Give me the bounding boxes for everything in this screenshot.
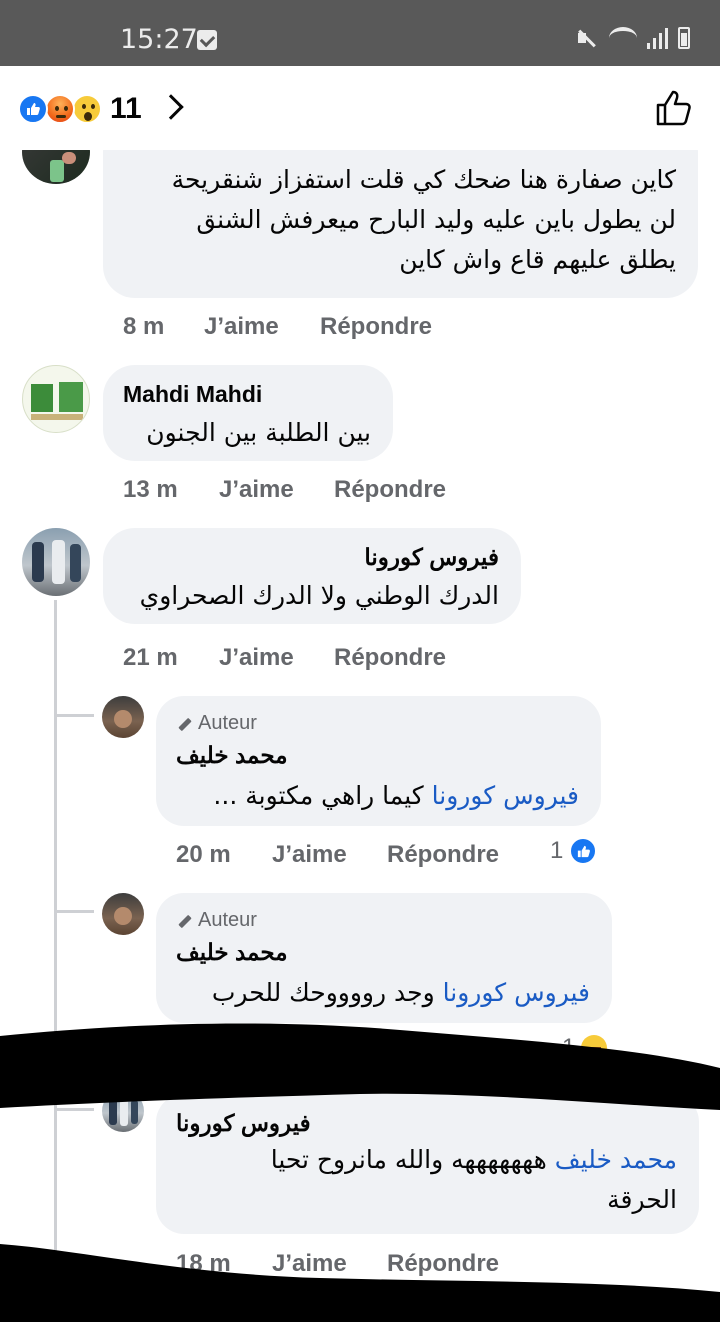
author-badge: Auteur	[176, 712, 257, 735]
comment-text: بين الطلبة بين الجنون	[146, 418, 371, 447]
comment-text: كاين صفارة هنا ضحك كي قلت استفزاز شنقريح…	[171, 165, 676, 274]
like-link[interactable]: J’aime	[204, 313, 279, 341]
pencil-icon	[176, 913, 192, 929]
reply-bubble: Auteur محمد خليف فيروس كورونا وجد رووووح…	[156, 893, 612, 1023]
reply-text: محمد خليف هههههههه والله مانروح تحيا الح…	[270, 1145, 677, 1214]
mention-link[interactable]: محمد خليف	[555, 1145, 677, 1174]
reply-time: 20 m	[176, 841, 231, 868]
angry-reaction-icon[interactable]	[45, 94, 75, 124]
signal-icon	[647, 27, 668, 49]
reactions-header: 11	[0, 66, 720, 150]
reply-author[interactable]: محمد خليف	[176, 742, 288, 769]
chevron-right-icon[interactable]	[158, 94, 184, 120]
comment-bubble: فيروس كورونا الدرك الوطني ولا الدرك الصح…	[103, 528, 521, 624]
like-outline-icon[interactable]	[654, 88, 694, 128]
author-badge: Auteur	[176, 909, 257, 932]
reply-text: فيروس كورونا وجد رووووحك للحرب	[211, 978, 590, 1007]
mention-link[interactable]: فيروس كورونا	[443, 978, 590, 1007]
like-reaction-icon	[569, 837, 598, 865]
comment-text: الدرك الوطني ولا الدرك الصحراوي	[139, 581, 499, 610]
comment-time: 8 m	[123, 313, 165, 340]
marker-scribble	[0, 1244, 720, 1322]
marker-scribble	[0, 1023, 720, 1110]
avatar[interactable]	[22, 365, 90, 433]
like-link[interactable]: J’aime	[272, 841, 347, 869]
avatar[interactable]	[102, 893, 144, 935]
thread-branch	[54, 910, 94, 913]
wow-reaction-icon[interactable]	[72, 94, 102, 124]
avatar[interactable]	[22, 528, 90, 596]
reply-link[interactable]: Répondre	[334, 644, 446, 672]
reply-link[interactable]: Répondre	[320, 313, 432, 341]
comment-time: 21 m	[123, 644, 178, 671]
like-link[interactable]: J’aime	[219, 476, 294, 504]
like-link[interactable]: J’aime	[219, 644, 294, 672]
reply-link[interactable]: Répondre	[334, 476, 446, 504]
comment-author[interactable]: فيروس كورونا	[364, 544, 499, 571]
avatar[interactable]	[102, 696, 144, 738]
thread-line	[54, 600, 57, 1322]
status-bar: 15:27	[0, 0, 720, 66]
notification-check-icon	[197, 30, 217, 50]
mute-icon	[575, 26, 599, 50]
reaction-count[interactable]: 11	[110, 92, 142, 126]
comment-bubble: Mahdi Mahdi بين الطلبة بين الجنون	[103, 365, 393, 461]
thread-branch	[54, 714, 94, 717]
reply-bubble: Auteur محمد خليف فيروس كورونا كيما راهي …	[156, 696, 601, 826]
wifi-icon	[609, 27, 637, 49]
comment-time: 13 m	[123, 476, 178, 503]
reply-author[interactable]: محمد خليف	[176, 939, 288, 966]
status-time: 15:27	[120, 24, 198, 55]
like-reaction-icon[interactable]	[18, 94, 48, 124]
reply-reactions[interactable]: 1	[550, 837, 598, 865]
mention-link[interactable]: فيروس كورونا	[432, 781, 579, 810]
reply-link[interactable]: Répondre	[387, 841, 499, 869]
status-icons	[575, 26, 690, 50]
pencil-icon	[176, 716, 192, 732]
comment-author[interactable]: Mahdi Mahdi	[123, 381, 262, 408]
battery-icon	[678, 27, 690, 49]
reply-text: فيروس كورونا كيما راهي مكتوبة ...	[213, 781, 579, 810]
